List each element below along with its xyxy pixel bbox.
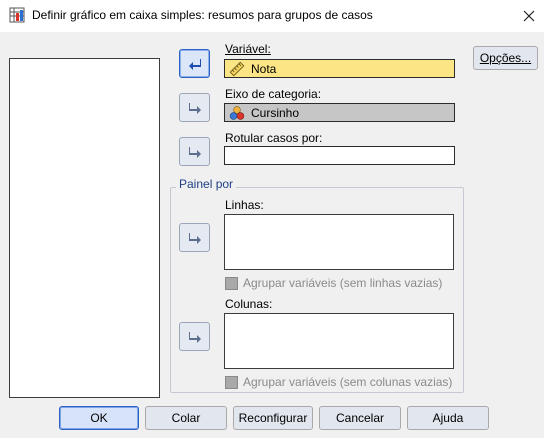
help-button[interactable]: Ajuda [407, 406, 489, 430]
category-axis-field[interactable]: Cursinho [224, 103, 455, 122]
category-axis-value: Cursinho [251, 105, 300, 120]
panel-by-legend: Painel por [176, 177, 237, 191]
rows-nest-checkbox[interactable]: Agrupar variáveis (sem linhas vazias) [225, 276, 442, 290]
variable-value: Nota [251, 61, 277, 76]
ok-button-label: OK [90, 411, 108, 425]
options-button-label: Opções... [479, 51, 532, 65]
paste-button-label: Colar [171, 411, 201, 425]
columns-nest-checkbox[interactable]: Agrupar variáveis (sem colunas vazias) [225, 375, 452, 389]
reset-button[interactable]: Reconfigurar [233, 406, 313, 430]
reset-button-label: Reconfigurar [238, 411, 308, 425]
nominal-variable-icon [229, 105, 245, 120]
cancel-button-label: Cancelar [335, 411, 385, 425]
arrow-left-icon [188, 58, 201, 70]
variable-label: Variável: [225, 42, 271, 56]
ruler-scale-icon [229, 61, 245, 76]
help-button-label: Ajuda [432, 411, 464, 425]
label-cases-label: Rotular casos por: [225, 131, 323, 145]
paste-button[interactable]: Colar [145, 406, 227, 430]
move-to-label-cases-button[interactable] [179, 137, 210, 166]
chart-app-icon [9, 7, 25, 23]
category-axis-label: Eixo de categoria: [225, 87, 322, 101]
rows-nest-label: Agrupar variáveis (sem linhas vazias) [243, 276, 443, 290]
ok-button[interactable]: OK [59, 406, 139, 430]
rows-label: Linhas: [225, 198, 264, 212]
move-to-variable-button[interactable] [179, 49, 210, 78]
close-button[interactable] [514, 1, 544, 31]
rows-list[interactable] [224, 214, 454, 270]
source-variable-list[interactable] [9, 58, 160, 398]
variable-field[interactable]: Nota [224, 59, 455, 78]
options-button[interactable]: Opções... [473, 46, 538, 70]
close-icon [523, 10, 535, 22]
arrow-right-icon [188, 146, 201, 158]
arrow-right-icon [188, 232, 201, 244]
move-to-rows-button[interactable] [179, 223, 210, 252]
variable-label-text: Variável: [225, 42, 271, 56]
move-to-columns-button[interactable] [179, 322, 210, 351]
columns-label: Colunas: [225, 297, 273, 311]
rows-nest-checkbox-box[interactable] [225, 276, 238, 290]
window-title: Definir gráfico em caixa simples: resumo… [32, 8, 373, 22]
columns-nest-label: Agrupar variáveis (sem colunas vazias) [243, 375, 453, 389]
columns-nest-checkbox-box[interactable] [225, 375, 238, 389]
label-cases-field[interactable] [224, 146, 455, 165]
arrow-right-icon [188, 102, 201, 114]
move-to-category-button[interactable] [179, 93, 210, 122]
arrow-right-icon [188, 331, 201, 343]
cancel-button[interactable]: Cancelar [319, 406, 401, 430]
columns-list[interactable] [224, 313, 454, 369]
